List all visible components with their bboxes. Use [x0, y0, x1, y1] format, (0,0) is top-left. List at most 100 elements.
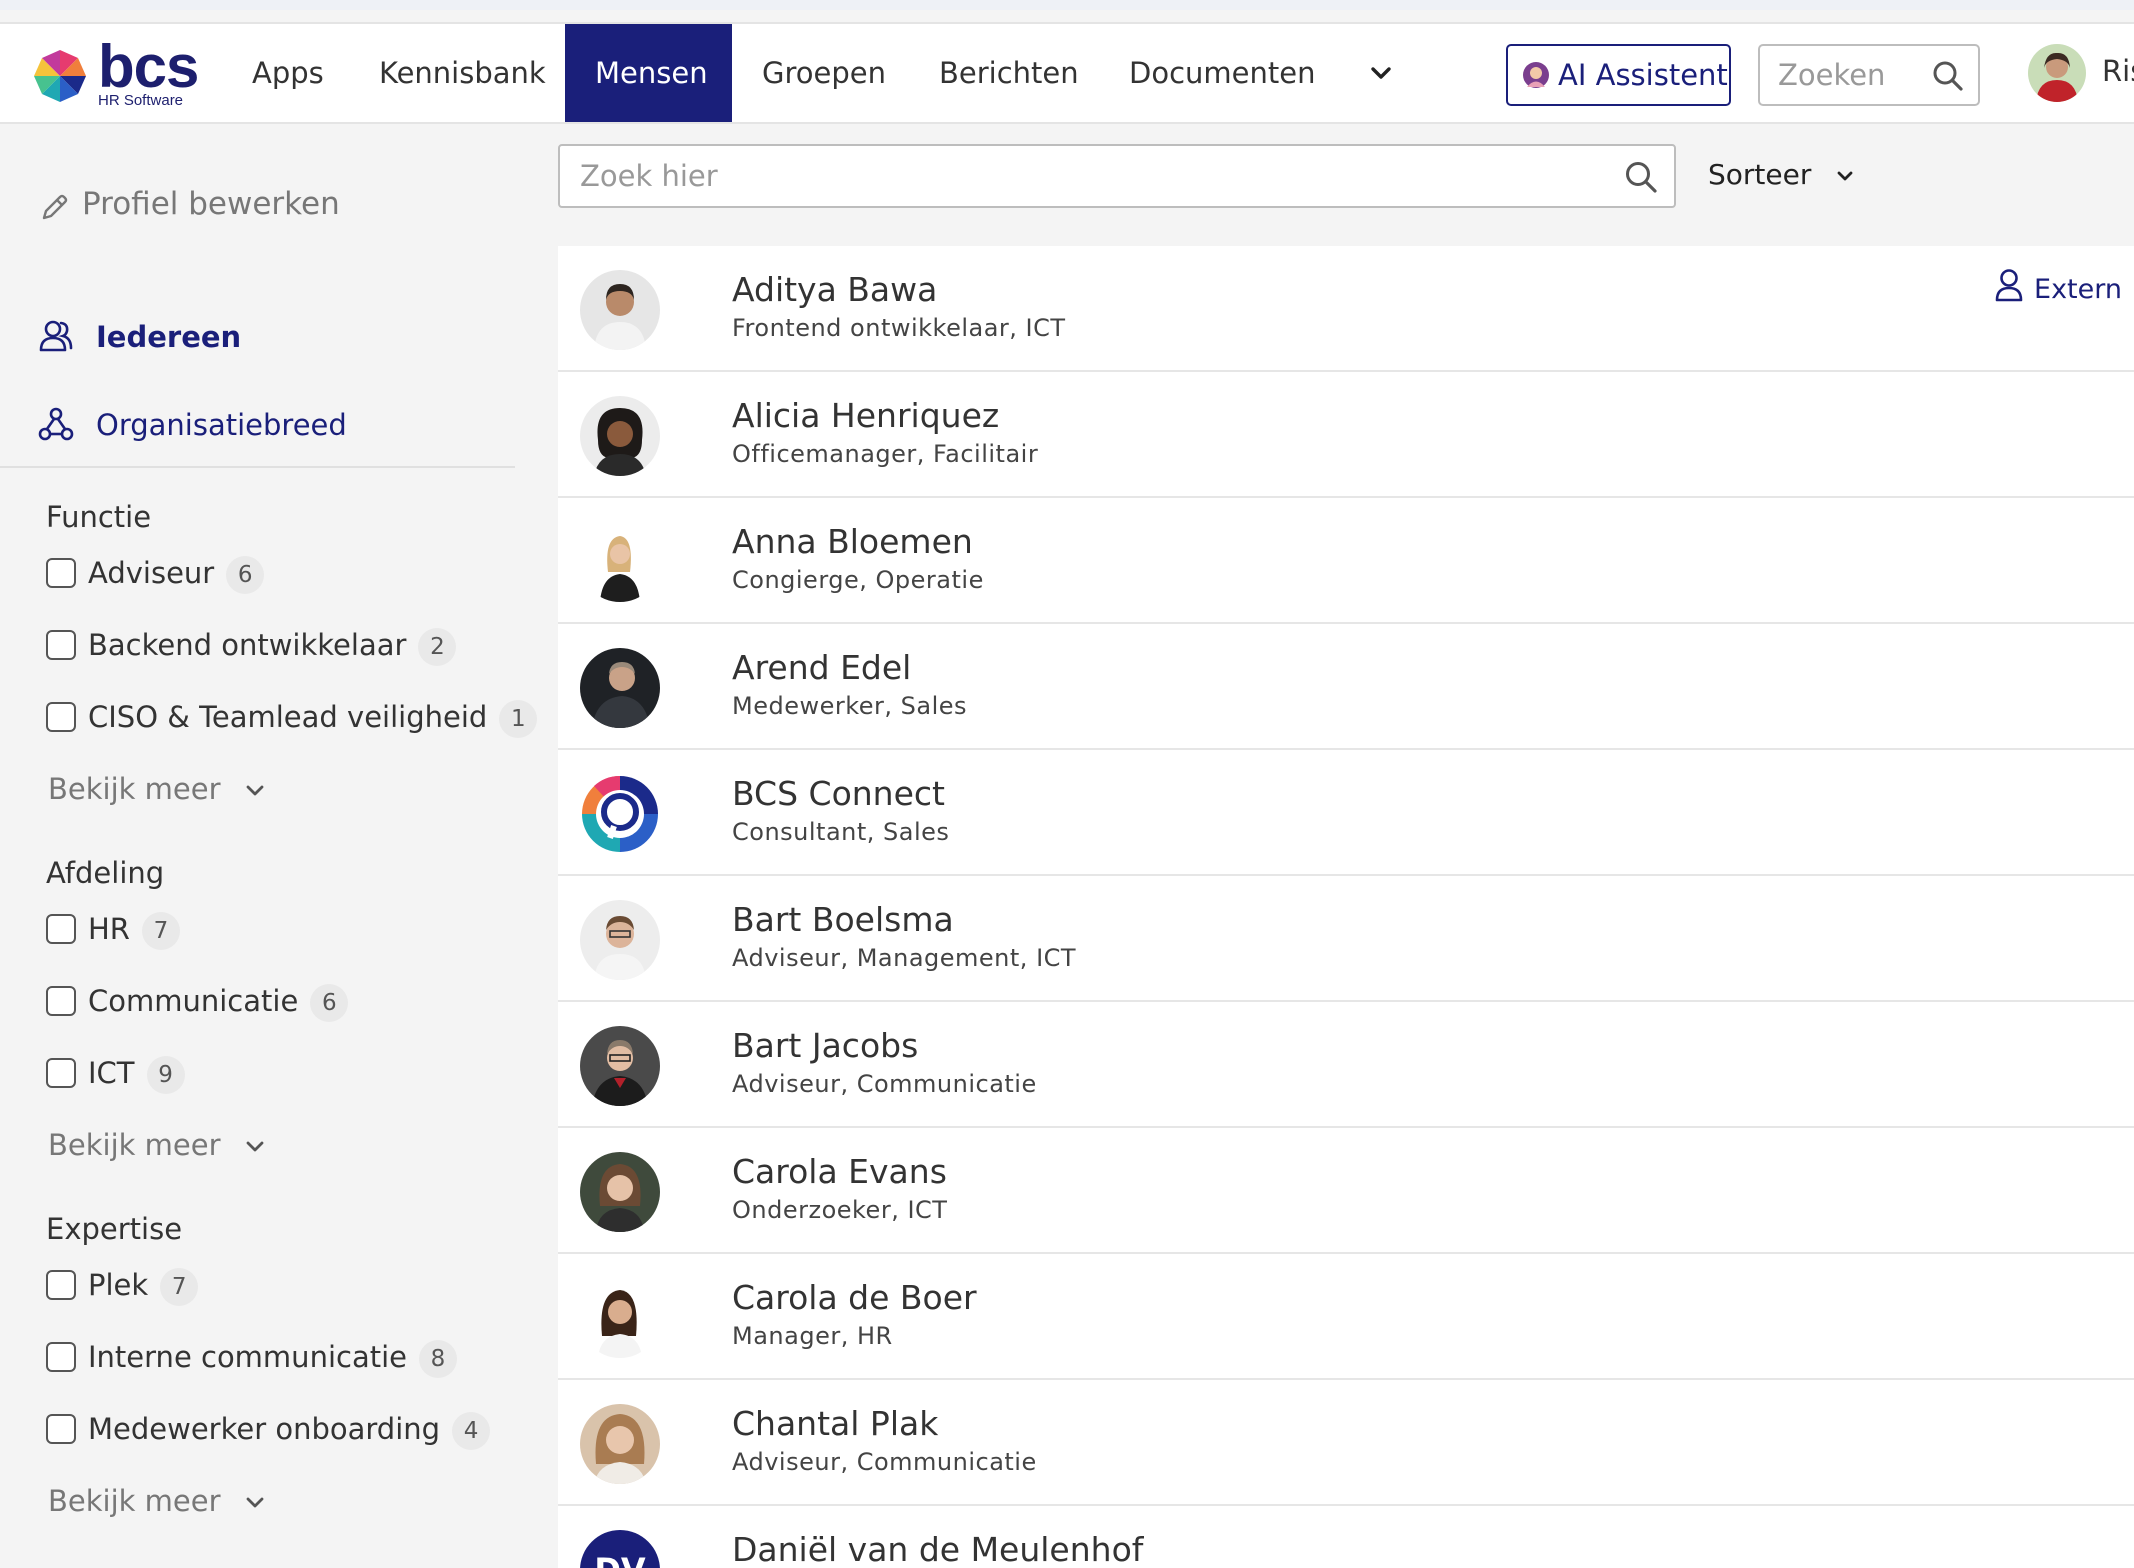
sort-dropdown[interactable]: Sorteer: [1708, 158, 1856, 191]
see-more-label: Bekijk meer: [48, 1484, 221, 1518]
list-item[interactable]: Carola Evans Onderzoeker, ICT: [558, 1128, 2134, 1254]
nav-mensen[interactable]: Mensen: [565, 24, 732, 122]
count-badge: 7: [160, 1268, 199, 1306]
person-name[interactable]: Arend Edel: [732, 648, 911, 687]
avatar[interactable]: [580, 774, 660, 854]
person-role: Adviseur, Management, ICT: [732, 944, 1077, 972]
checkbox[interactable]: [46, 1414, 76, 1444]
people-icon: [39, 320, 73, 352]
top-search-input[interactable]: [1760, 46, 1930, 104]
bcs-connect-logo-icon: [580, 774, 660, 854]
top-navbar: bcs HR Software Apps Kennisbank Mensen G…: [0, 22, 2134, 124]
list-item[interactable]: Carola de Boer Manager, HR: [558, 1254, 2134, 1380]
nav-apps[interactable]: Apps: [222, 24, 354, 122]
avatar[interactable]: [580, 1026, 660, 1106]
sidebar: Profiel bewerken Iedereen Organisatiebre…: [0, 124, 538, 1568]
list-item[interactable]: DV Daniël van de Meulenhof: [558, 1506, 2134, 1568]
list-item[interactable]: Arend Edel Medewerker, Sales: [558, 624, 2134, 750]
checkbox[interactable]: [46, 986, 76, 1016]
filter-title-afdeling: Afdeling: [46, 856, 165, 890]
nav-kennisbank[interactable]: Kennisbank: [349, 24, 576, 122]
avatar[interactable]: [580, 270, 660, 350]
bcs-logo[interactable]: bcs HR Software: [32, 33, 202, 110]
person-role: Congierge, Operatie: [732, 566, 984, 594]
filter-option-label: HR: [88, 912, 130, 946]
person-role: Frontend ontwikkelaar, ICT: [732, 314, 1066, 342]
nav-groepen[interactable]: Groepen: [732, 24, 916, 122]
checkbox[interactable]: [46, 1058, 76, 1088]
checkbox[interactable]: [46, 702, 76, 732]
checkbox[interactable]: [46, 914, 76, 944]
list-item[interactable]: BCS Connect Consultant, Sales: [558, 750, 2134, 876]
see-more-label: Bekijk meer: [48, 772, 221, 806]
user-name[interactable]: Ris: [2102, 54, 2134, 88]
avatar-initials[interactable]: DV: [580, 1530, 660, 1568]
pencil-icon: [42, 194, 68, 220]
avatar[interactable]: [580, 1152, 660, 1232]
count-badge: 7: [141, 912, 180, 950]
sidebar-item-iedereen-label: Iedereen: [96, 320, 242, 354]
person-role: Officemanager, Facilitair: [732, 440, 1039, 468]
person-role: Adviseur, Communicatie: [732, 1070, 1037, 1098]
person-name[interactable]: BCS Connect: [732, 774, 945, 813]
list-item[interactable]: Bart Jacobs Adviseur, Communicatie: [558, 1002, 2134, 1128]
avatar[interactable]: [580, 396, 660, 476]
checkbox[interactable]: [46, 1342, 76, 1372]
list-item[interactable]: Chantal Plak Adviseur, Communicatie: [558, 1380, 2134, 1506]
nav-documenten[interactable]: Documenten: [1099, 24, 1345, 122]
person-name[interactable]: Anna Bloemen: [732, 522, 973, 561]
list-item[interactable]: Aditya Bawa Frontend ontwikkelaar, ICT E…: [558, 246, 2134, 372]
checkbox[interactable]: [46, 630, 76, 660]
bcs-logo-icon: [34, 50, 86, 102]
person-name[interactable]: Alicia Henriquez: [732, 396, 999, 435]
person-name[interactable]: Bart Jacobs: [732, 1026, 918, 1065]
filter-option-label: Communicatie: [88, 984, 299, 1018]
checkbox[interactable]: [46, 558, 76, 588]
edit-profile-label: Profiel bewerken: [82, 186, 340, 222]
count-badge: 8: [419, 1340, 457, 1378]
nav-more-chevron-down-icon[interactable]: [1368, 60, 1394, 86]
person-role: Manager, HR: [732, 1322, 893, 1350]
checkbox[interactable]: [46, 1270, 76, 1300]
top-search: [1758, 44, 1980, 106]
see-more-afdeling[interactable]: Bekijk meer: [48, 1128, 266, 1162]
ai-assistant-label: AI Assistent: [1558, 58, 1728, 92]
avatar[interactable]: [580, 900, 660, 980]
list-item[interactable]: Alicia Henriquez Officemanager, Facilita…: [558, 372, 2134, 498]
sort-label: Sorteer: [1708, 158, 1812, 191]
filter-option-label: Interne communicatie: [88, 1340, 407, 1374]
person-name[interactable]: Bart Boelsma: [732, 900, 954, 939]
sidebar-item-organisatiebreed-label: Organisatiebreed: [96, 408, 347, 442]
person-role: Onderzoeker, ICT: [732, 1196, 948, 1224]
avatar[interactable]: [580, 648, 660, 728]
people-search-input[interactable]: [560, 146, 1600, 206]
see-more-expertise[interactable]: Bekijk meer: [48, 1484, 266, 1518]
filter-option-label: Adviseur: [88, 556, 215, 590]
person-icon: [1995, 269, 2023, 302]
list-item[interactable]: Bart Boelsma Adviseur, Management, ICT: [558, 876, 2134, 1002]
count-badge: 4: [452, 1412, 491, 1450]
person-name[interactable]: Carola Evans: [732, 1152, 947, 1191]
filter-option-label: CISO & Teamlead veiligheid: [88, 700, 488, 734]
count-badge: 6: [310, 984, 349, 1022]
extern-badge: Extern: [1994, 268, 2122, 305]
search-icon[interactable]: [1624, 160, 1658, 194]
person-name[interactable]: Aditya Bawa: [732, 270, 937, 309]
see-more-functie[interactable]: Bekijk meer: [48, 772, 266, 806]
filter-option-label: ICT: [88, 1056, 135, 1090]
avatar[interactable]: [580, 1404, 660, 1484]
search-icon[interactable]: [1932, 60, 1964, 92]
ai-assistant-button[interactable]: AI Assistent: [1506, 44, 1731, 106]
nav-berichten[interactable]: Berichten: [909, 24, 1109, 122]
avatar[interactable]: [580, 1278, 660, 1358]
chevron-down-icon: [1837, 171, 1853, 181]
browser-top-strip: [0, 0, 2134, 10]
avatar[interactable]: [580, 522, 660, 602]
filter-option-label: Backend ontwikkelaar: [88, 628, 407, 662]
person-name[interactable]: Daniël van de Meulenhof: [732, 1530, 1143, 1568]
person-name[interactable]: Chantal Plak: [732, 1404, 938, 1443]
extern-label: Extern: [2034, 274, 2122, 305]
user-avatar[interactable]: [2028, 44, 2086, 102]
list-item[interactable]: Anna Bloemen Congierge, Operatie: [558, 498, 2134, 624]
person-name[interactable]: Carola de Boer: [732, 1278, 977, 1317]
